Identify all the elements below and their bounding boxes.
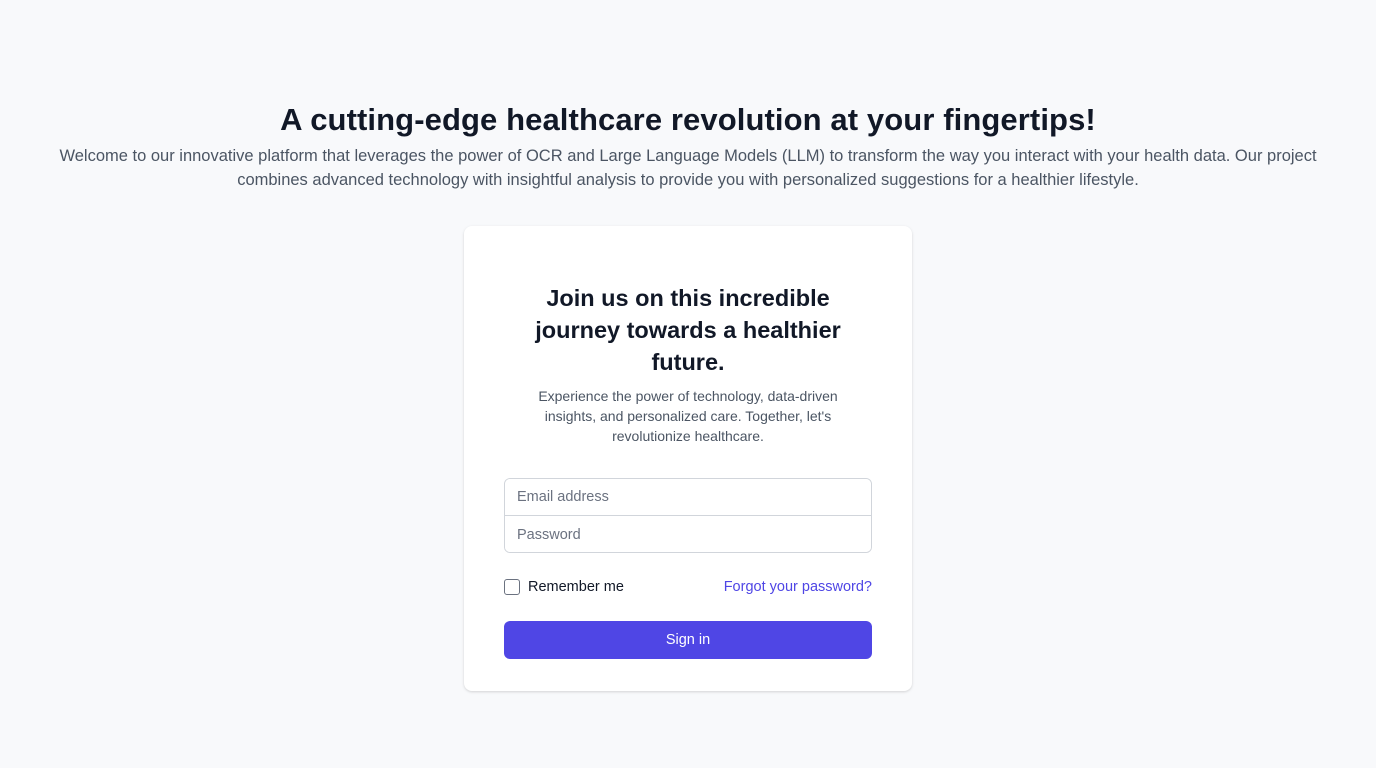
sign-in-button[interactable]: Sign in [504,621,872,659]
options-row: Remember me Forgot your password? [504,577,872,597]
login-card: Join us on this incredible journey towar… [464,226,912,691]
hero-section: A cutting-edge healthcare revolution at … [0,100,1376,192]
login-card-subtitle: Experience the power of technology, data… [538,388,838,444]
remember-me-checkbox[interactable] [504,579,520,595]
page-title: A cutting-edge healthcare revolution at … [280,102,1096,137]
login-card-title: Join us on this incredible journey towar… [535,285,841,375]
remember-me[interactable]: Remember me [504,579,624,595]
email-field[interactable] [505,479,871,516]
credentials-group [504,478,872,553]
hero-description: Welcome to our innovative platform that … [59,147,1317,189]
password-field[interactable] [505,516,871,552]
remember-me-label: Remember me [528,579,624,595]
forgot-password-link[interactable]: Forgot your password? [724,579,872,595]
